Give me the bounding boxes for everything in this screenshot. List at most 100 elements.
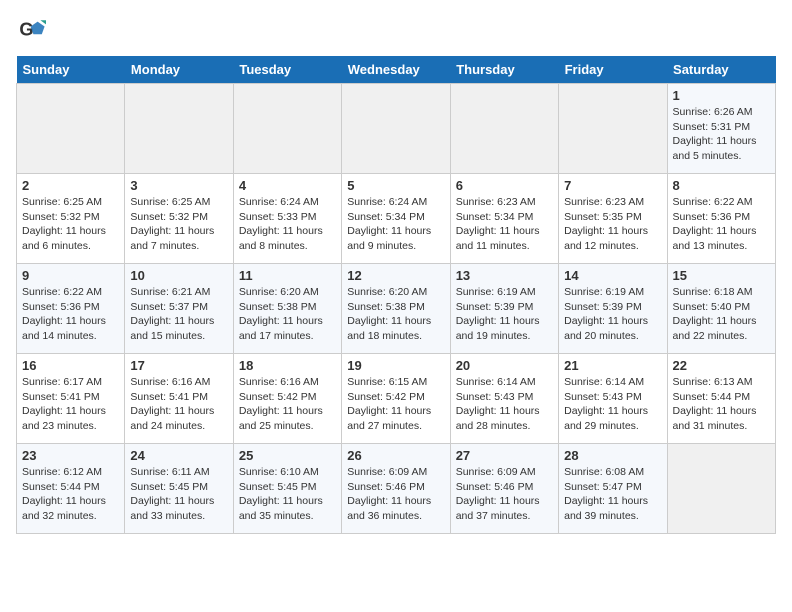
day-number: 14	[564, 268, 661, 283]
day-info: Sunrise: 6:26 AM Sunset: 5:31 PM Dayligh…	[673, 105, 770, 164]
day-number: 27	[456, 448, 553, 463]
day-cell	[233, 84, 341, 174]
day-cell	[667, 444, 775, 534]
day-info: Sunrise: 6:24 AM Sunset: 5:34 PM Dayligh…	[347, 195, 444, 254]
day-cell	[450, 84, 558, 174]
day-info: Sunrise: 6:25 AM Sunset: 5:32 PM Dayligh…	[130, 195, 227, 254]
day-number: 22	[673, 358, 770, 373]
day-cell: 16 Sunrise: 6:17 AM Sunset: 5:41 PM Dayli…	[17, 354, 125, 444]
week-row-1: 1 Sunrise: 6:26 AM Sunset: 5:31 PM Daylig…	[17, 84, 776, 174]
day-info: Sunrise: 6:22 AM Sunset: 5:36 PM Dayligh…	[673, 195, 770, 254]
day-number: 16	[22, 358, 119, 373]
day-cell: 17 Sunrise: 6:16 AM Sunset: 5:41 PM Dayli…	[125, 354, 233, 444]
day-cell: 8 Sunrise: 6:22 AM Sunset: 5:36 PM Daylig…	[667, 174, 775, 264]
day-cell: 11Sunrise: 6:20 AM Sunset: 5:38 PM Dayli…	[233, 264, 341, 354]
day-cell	[125, 84, 233, 174]
day-number: 12	[347, 268, 444, 283]
col-header-wednesday: Wednesday	[342, 56, 450, 84]
day-cell: 27 Sunrise: 6:09 AM Sunset: 5:46 PM Dayli…	[450, 444, 558, 534]
week-row-3: 9Sunrise: 6:22 AM Sunset: 5:36 PM Daylig…	[17, 264, 776, 354]
day-number: 24	[130, 448, 227, 463]
day-number: 3	[130, 178, 227, 193]
day-info: Sunrise: 6:20 AM Sunset: 5:38 PM Dayligh…	[347, 285, 444, 344]
day-number: 7	[564, 178, 661, 193]
day-number: 26	[347, 448, 444, 463]
day-cell	[17, 84, 125, 174]
day-number: 23	[22, 448, 119, 463]
day-cell: 28 Sunrise: 6:08 AM Sunset: 5:47 PM Dayli…	[559, 444, 667, 534]
day-info: Sunrise: 6:16 AM Sunset: 5:42 PM Dayligh…	[239, 375, 336, 434]
day-number: 28	[564, 448, 661, 463]
day-number: 25	[239, 448, 336, 463]
day-cell: 6 Sunrise: 6:23 AM Sunset: 5:34 PM Daylig…	[450, 174, 558, 264]
day-info: Sunrise: 6:19 AM Sunset: 5:39 PM Dayligh…	[456, 285, 553, 344]
day-cell: 12 Sunrise: 6:20 AM Sunset: 5:38 PM Dayli…	[342, 264, 450, 354]
svg-text:G: G	[19, 20, 33, 40]
day-cell: 21 Sunrise: 6:14 AM Sunset: 5:43 PM Dayli…	[559, 354, 667, 444]
day-cell: 14 Sunrise: 6:19 AM Sunset: 5:39 PM Dayli…	[559, 264, 667, 354]
col-header-sunday: Sunday	[17, 56, 125, 84]
col-header-saturday: Saturday	[667, 56, 775, 84]
week-row-2: 2 Sunrise: 6:25 AM Sunset: 5:32 PM Daylig…	[17, 174, 776, 264]
day-cell	[559, 84, 667, 174]
day-info: Sunrise: 6:22 AM Sunset: 5:36 PM Dayligh…	[22, 285, 119, 344]
day-cell: 15 Sunrise: 6:18 AM Sunset: 5:40 PM Dayli…	[667, 264, 775, 354]
day-info: Sunrise: 6:18 AM Sunset: 5:40 PM Dayligh…	[673, 285, 770, 344]
col-header-friday: Friday	[559, 56, 667, 84]
day-number: 18	[239, 358, 336, 373]
day-number: 19	[347, 358, 444, 373]
day-cell: 18 Sunrise: 6:16 AM Sunset: 5:42 PM Dayli…	[233, 354, 341, 444]
day-info: Sunrise: 6:16 AM Sunset: 5:41 PM Dayligh…	[130, 375, 227, 434]
day-cell	[342, 84, 450, 174]
day-cell: 7Sunrise: 6:23 AM Sunset: 5:35 PM Daylig…	[559, 174, 667, 264]
day-info: Sunrise: 6:13 AM Sunset: 5:44 PM Dayligh…	[673, 375, 770, 434]
day-cell: 19 Sunrise: 6:15 AM Sunset: 5:42 PM Dayli…	[342, 354, 450, 444]
day-info: Sunrise: 6:14 AM Sunset: 5:43 PM Dayligh…	[564, 375, 661, 434]
day-cell: 1 Sunrise: 6:26 AM Sunset: 5:31 PM Daylig…	[667, 84, 775, 174]
day-cell: 13 Sunrise: 6:19 AM Sunset: 5:39 PM Dayli…	[450, 264, 558, 354]
header-row: SundayMondayTuesdayWednesdayThursdayFrid…	[17, 56, 776, 84]
day-cell: 22 Sunrise: 6:13 AM Sunset: 5:44 PM Dayli…	[667, 354, 775, 444]
day-cell: 25 Sunrise: 6:10 AM Sunset: 5:45 PM Dayli…	[233, 444, 341, 534]
day-info: Sunrise: 6:11 AM Sunset: 5:45 PM Dayligh…	[130, 465, 227, 524]
day-cell: 26 Sunrise: 6:09 AM Sunset: 5:46 PM Dayli…	[342, 444, 450, 534]
day-number: 6	[456, 178, 553, 193]
day-info: Sunrise: 6:10 AM Sunset: 5:45 PM Dayligh…	[239, 465, 336, 524]
day-info: Sunrise: 6:20 AM Sunset: 5:38 PM Dayligh…	[239, 285, 336, 344]
col-header-monday: Monday	[125, 56, 233, 84]
header: G	[16, 16, 776, 44]
day-info: Sunrise: 6:23 AM Sunset: 5:34 PM Dayligh…	[456, 195, 553, 254]
day-number: 4	[239, 178, 336, 193]
week-row-5: 23 Sunrise: 6:12 AM Sunset: 5:44 PM Dayli…	[17, 444, 776, 534]
day-cell: 5 Sunrise: 6:24 AM Sunset: 5:34 PM Daylig…	[342, 174, 450, 264]
day-info: Sunrise: 6:25 AM Sunset: 5:32 PM Dayligh…	[22, 195, 119, 254]
calendar-table: SundayMondayTuesdayWednesdayThursdayFrid…	[16, 56, 776, 534]
day-info: Sunrise: 6:19 AM Sunset: 5:39 PM Dayligh…	[564, 285, 661, 344]
day-cell: 2 Sunrise: 6:25 AM Sunset: 5:32 PM Daylig…	[17, 174, 125, 264]
day-cell: 23 Sunrise: 6:12 AM Sunset: 5:44 PM Dayli…	[17, 444, 125, 534]
day-number: 21	[564, 358, 661, 373]
day-cell: 20Sunrise: 6:14 AM Sunset: 5:43 PM Dayli…	[450, 354, 558, 444]
col-header-tuesday: Tuesday	[233, 56, 341, 84]
day-number: 2	[22, 178, 119, 193]
day-info: Sunrise: 6:15 AM Sunset: 5:42 PM Dayligh…	[347, 375, 444, 434]
day-cell: 3 Sunrise: 6:25 AM Sunset: 5:32 PM Daylig…	[125, 174, 233, 264]
day-number: 20	[456, 358, 553, 373]
day-cell: 24 Sunrise: 6:11 AM Sunset: 5:45 PM Dayli…	[125, 444, 233, 534]
day-cell: 9Sunrise: 6:22 AM Sunset: 5:36 PM Daylig…	[17, 264, 125, 354]
day-number: 5	[347, 178, 444, 193]
day-number: 13	[456, 268, 553, 283]
day-number: 1	[673, 88, 770, 103]
day-info: Sunrise: 6:08 AM Sunset: 5:47 PM Dayligh…	[564, 465, 661, 524]
day-cell: 10Sunrise: 6:21 AM Sunset: 5:37 PM Dayli…	[125, 264, 233, 354]
day-number: 17	[130, 358, 227, 373]
col-header-thursday: Thursday	[450, 56, 558, 84]
day-info: Sunrise: 6:24 AM Sunset: 5:33 PM Dayligh…	[239, 195, 336, 254]
day-number: 8	[673, 178, 770, 193]
day-info: Sunrise: 6:17 AM Sunset: 5:41 PM Dayligh…	[22, 375, 119, 434]
logo: G	[16, 16, 46, 44]
day-info: Sunrise: 6:09 AM Sunset: 5:46 PM Dayligh…	[456, 465, 553, 524]
day-number: 15	[673, 268, 770, 283]
day-info: Sunrise: 6:09 AM Sunset: 5:46 PM Dayligh…	[347, 465, 444, 524]
day-info: Sunrise: 6:12 AM Sunset: 5:44 PM Dayligh…	[22, 465, 119, 524]
